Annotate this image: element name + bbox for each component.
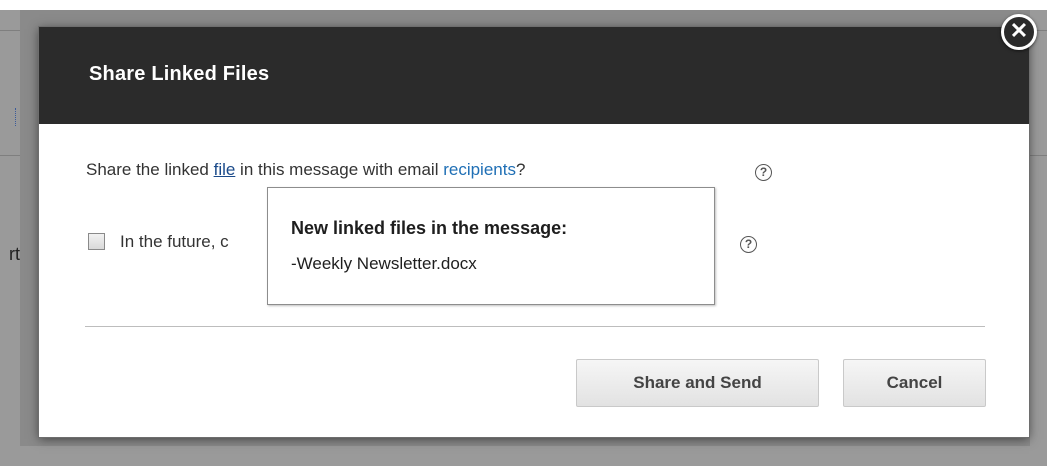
dialog-header: Share Linked Files <box>39 27 1029 124</box>
prompt-text-middle: in this message with email <box>235 160 444 179</box>
dialog-title: Share Linked Files <box>89 63 270 85</box>
help-icon[interactable]: ? <box>740 236 757 253</box>
recipients-link[interactable]: recipients <box>443 160 516 179</box>
prompt-text-after: ? <box>515 160 526 179</box>
background-tick <box>15 108 19 126</box>
background-bottom-strip <box>20 446 1030 466</box>
background-right-strip <box>1030 10 1047 466</box>
close-dialog-button[interactable]: ✕ <box>1001 14 1037 50</box>
future-share-checkbox[interactable] <box>88 233 105 250</box>
prompt-text-before: Share the linked <box>86 160 214 179</box>
background-top-strip <box>0 0 1047 10</box>
tooltip-title: New linked files in the message: <box>291 218 568 238</box>
help-icon[interactable]: ? <box>755 164 772 181</box>
share-prompt: Share the linked file in this message wi… <box>86 160 525 180</box>
future-share-checkbox-label[interactable]: In the future, c <box>120 232 270 252</box>
dialog-divider <box>85 326 985 327</box>
background-partial-text: rt <box>9 244 20 264</box>
tooltip-file-name: -Weekly Newsletter.docx <box>291 254 477 273</box>
close-icon: ✕ <box>1009 18 1029 43</box>
share-and-send-button[interactable]: Share and Send <box>576 359 819 407</box>
background-divider <box>0 30 20 31</box>
background-divider <box>1030 155 1047 156</box>
linked-files-tooltip: New linked files in the message: -Weekly… <box>267 187 715 305</box>
file-link[interactable]: file <box>214 160 236 179</box>
cancel-button[interactable]: Cancel <box>843 359 986 407</box>
background-divider <box>0 155 20 156</box>
background-left-strip <box>0 10 20 466</box>
